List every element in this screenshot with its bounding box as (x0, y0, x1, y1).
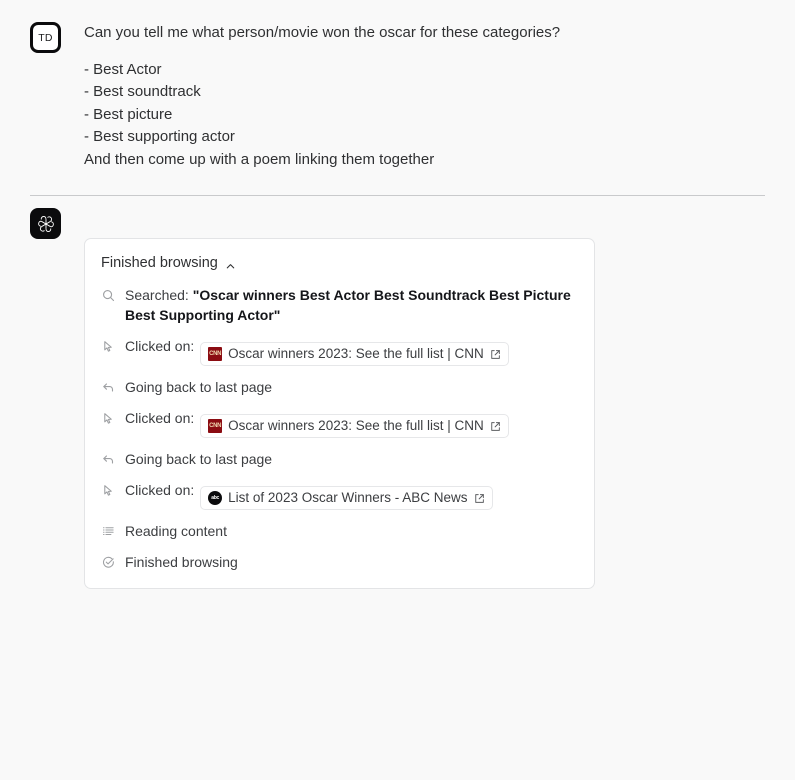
source-link-chip[interactable]: abc List of 2023 Oscar Winners - ABC New… (200, 486, 492, 510)
browse-step-reading: Reading content (101, 521, 578, 541)
browse-step-content: Going back to last page (125, 449, 578, 469)
browse-step-searched: Searched: "Oscar winners Best Actor Best… (101, 285, 578, 325)
back-arrow-icon (101, 380, 116, 395)
cursor-click-icon (101, 483, 116, 498)
check-circle-icon (101, 555, 116, 570)
user-prompt-text: Can you tell me what person/movie won th… (84, 22, 765, 45)
list-item: - Best soundtrack (84, 81, 765, 104)
browse-search-query: "Oscar winners Best Actor Best Soundtrac… (125, 287, 571, 323)
user-message-body: Can you tell me what person/movie won th… (84, 22, 765, 171)
reading-lines-icon (101, 524, 116, 539)
browse-step-label: Clicked on: (125, 482, 194, 498)
browse-step-content: Clicked on: CNN Oscar winners 2023: See … (125, 408, 578, 438)
browse-step-clicked: Clicked on: abc List of 2023 Oscar Winne… (101, 480, 578, 510)
browse-step-clicked: Clicked on: CNN Oscar winners 2023: See … (101, 336, 578, 366)
browse-step-content: Clicked on: CNN Oscar winners 2023: See … (125, 336, 578, 366)
cnn-favicon: CNN (208, 347, 222, 361)
assistant-message (0, 196, 795, 239)
browse-step-label: Searched: (125, 287, 189, 303)
abc-news-favicon: abc (208, 491, 222, 505)
assistant-avatar-column (30, 208, 84, 239)
openai-logo-icon (36, 214, 56, 234)
browse-step-content: Reading content (125, 521, 578, 541)
list-item: - Best picture (84, 104, 765, 127)
cursor-click-icon (101, 411, 116, 426)
source-link-title: Oscar winners 2023: See the full list | … (228, 417, 484, 435)
source-link-chip[interactable]: CNN Oscar winners 2023: See the full lis… (200, 342, 509, 366)
external-link-icon[interactable] (474, 493, 485, 504)
browse-step-content: Clicked on: abc List of 2023 Oscar Winne… (125, 480, 578, 510)
browse-step-back: Going back to last page (101, 449, 578, 469)
browse-step-label: Clicked on: (125, 410, 194, 426)
avatar-initials: TD (38, 32, 52, 44)
cnn-favicon: CNN (208, 419, 222, 433)
user-closing-text: And then come up with a poem linking the… (84, 149, 765, 172)
browsing-panel-header[interactable]: Finished browsing (101, 253, 578, 273)
avatar (30, 208, 61, 239)
back-arrow-icon (101, 452, 116, 467)
browse-step-content: Going back to last page (125, 377, 578, 397)
source-link-chip[interactable]: CNN Oscar winners 2023: See the full lis… (200, 414, 509, 438)
browse-step-finished: Finished browsing (101, 552, 578, 572)
conversation-thread: TD Can you tell me what person/movie won… (0, 0, 795, 780)
browsing-panel-title: Finished browsing (101, 253, 218, 273)
browse-step-label: Clicked on: (125, 338, 194, 354)
list-item: - Best supporting actor (84, 126, 765, 149)
browsing-panel: Finished browsing Searched: "Oscar winne… (84, 238, 595, 589)
source-link-title: Oscar winners 2023: See the full list | … (228, 345, 484, 363)
browse-step-content: Searched: "Oscar winners Best Actor Best… (125, 285, 578, 325)
external-link-icon[interactable] (490, 349, 501, 360)
source-link-title: List of 2023 Oscar Winners - ABC News (228, 489, 467, 507)
user-category-list: - Best Actor - Best soundtrack - Best pi… (84, 59, 765, 149)
search-icon (101, 288, 116, 303)
chevron-up-icon[interactable] (225, 258, 236, 269)
user-message: TD Can you tell me what person/movie won… (0, 0, 795, 171)
browse-step-back: Going back to last page (101, 377, 578, 397)
user-avatar-column: TD (30, 22, 84, 53)
browse-step-content: Finished browsing (125, 552, 578, 572)
browse-step-clicked: Clicked on: CNN Oscar winners 2023: See … (101, 408, 578, 438)
list-item: - Best Actor (84, 59, 765, 82)
cursor-click-icon (101, 339, 116, 354)
avatar: TD (30, 22, 61, 53)
external-link-icon[interactable] (490, 421, 501, 432)
